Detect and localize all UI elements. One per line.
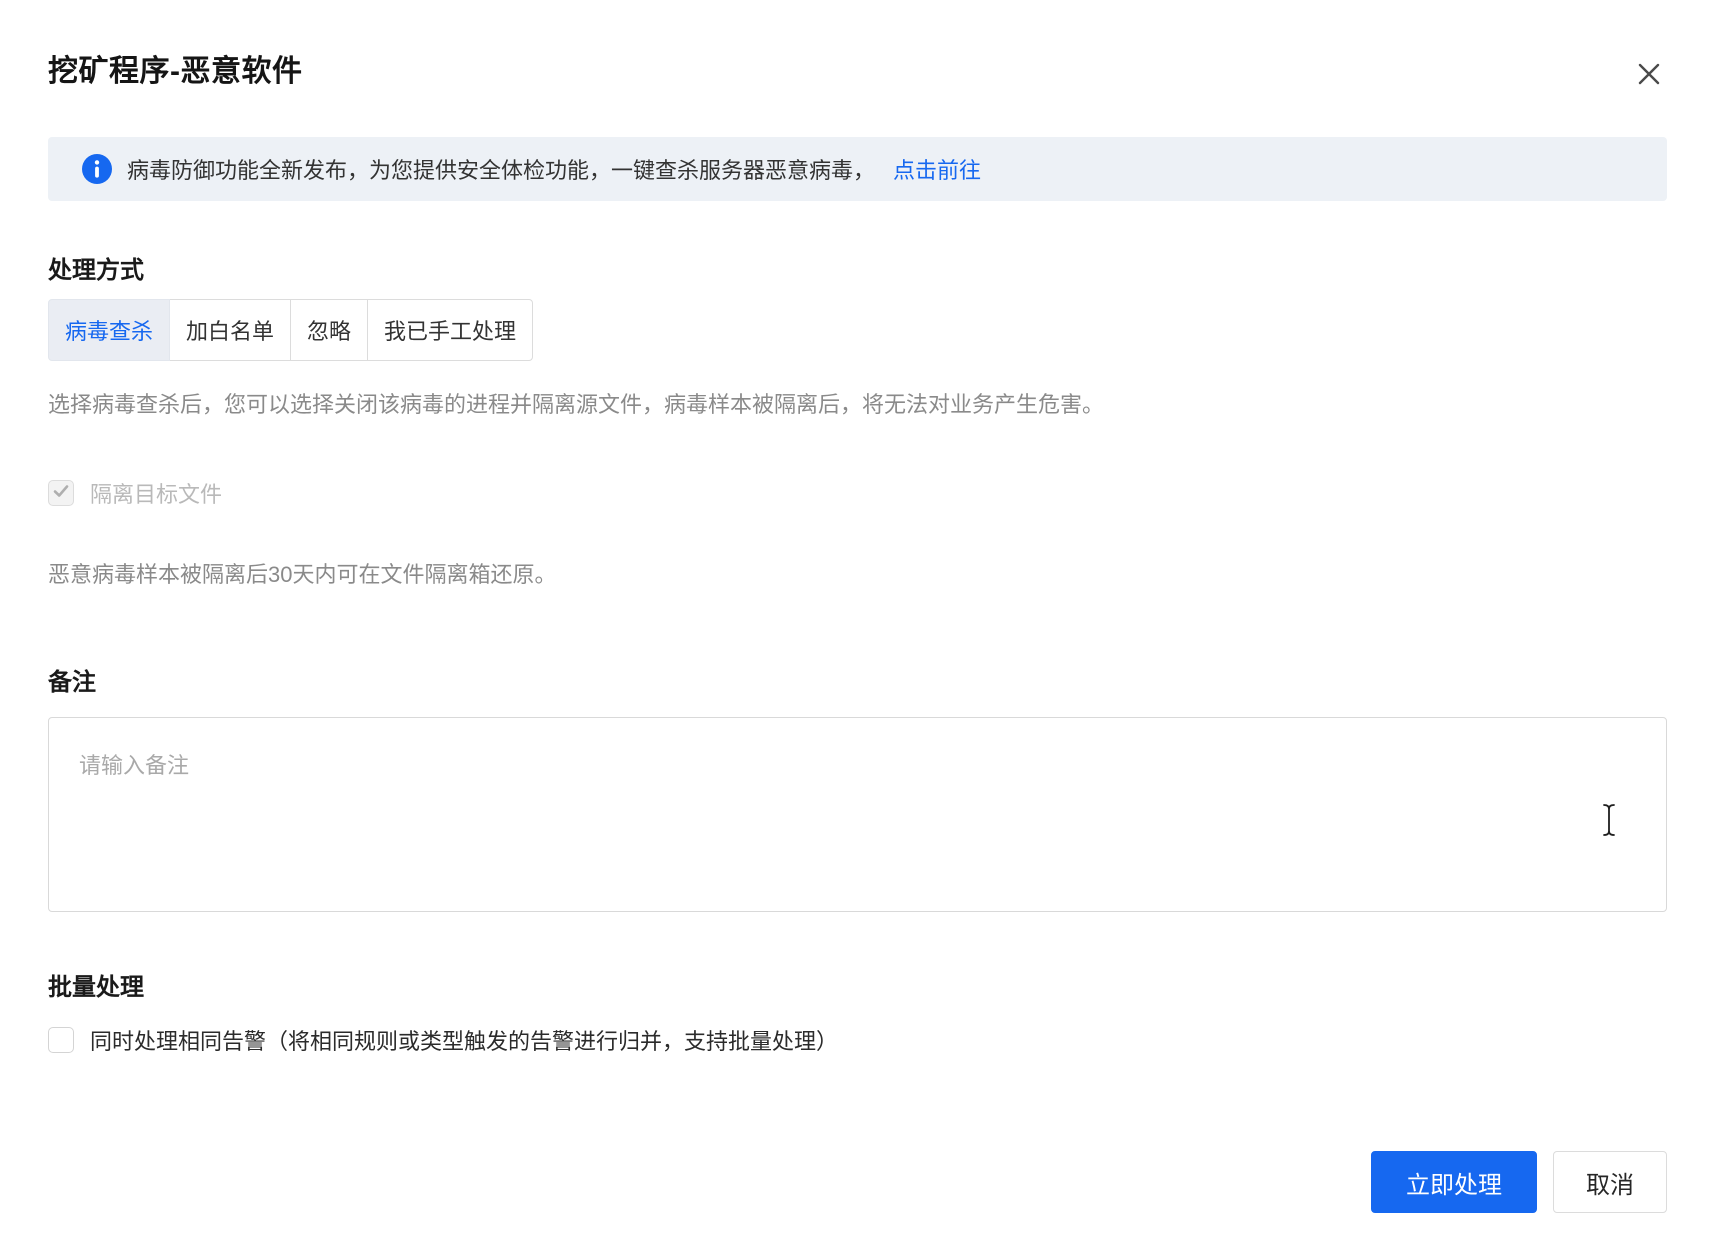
batch-checkbox-label: 同时处理相同告警（将相同规则或类型触发的告警进行归并，支持批量处理）	[90, 1029, 839, 1054]
info-banner: 病毒防御功能全新发布，为您提供安全体检功能，一键查杀服务器恶意病毒， 点击前往	[48, 137, 1667, 201]
tab-manual-handled[interactable]: 我已手工处理	[367, 299, 534, 361]
cancel-button[interactable]: 取消	[1553, 1151, 1667, 1213]
banner-link[interactable]: 点击前往	[893, 153, 981, 185]
quarantine-checkbox	[48, 480, 74, 506]
confirm-button[interactable]: 立即处理	[1371, 1151, 1537, 1213]
quarantine-note: 恶意病毒样本被隔离后30天内可在文件隔离箱还原。	[48, 562, 557, 587]
section-label-remark: 备注	[48, 669, 96, 696]
close-icon	[1635, 63, 1663, 91]
dialog-footer: 立即处理 取消	[48, 1151, 1667, 1213]
quarantine-checkbox-label: 隔离目标文件	[90, 482, 223, 507]
remark-box	[48, 717, 1667, 912]
page-title: 挖矿程序-恶意软件	[48, 55, 303, 88]
batch-checkbox[interactable]	[48, 1027, 74, 1053]
malware-handling-dialog: 挖矿程序-恶意软件 病毒防御功能全新发布，为您提供安全体检功能，一键查杀服务器恶…	[0, 0, 1712, 1213]
remark-textarea[interactable]	[48, 717, 1667, 912]
close-button[interactable]	[1631, 56, 1667, 92]
info-icon	[82, 154, 112, 184]
handling-tabs: 病毒查杀 加白名单 忽略 我已手工处理	[48, 299, 534, 361]
dialog-header: 挖矿程序-恶意软件	[48, 0, 1667, 92]
tab-virus-scan[interactable]: 病毒查杀	[48, 299, 171, 361]
section-label-handling: 处理方式	[48, 257, 144, 284]
check-icon	[52, 482, 70, 505]
batch-checkbox-row: 同时处理相同告警（将相同规则或类型触发的告警进行归并，支持批量处理）	[48, 1024, 1667, 1056]
handling-description: 选择病毒查杀后，您可以选择关闭该病毒的进程并隔离源文件，病毒样本被隔离后，将无法…	[48, 392, 1105, 417]
tab-ignore[interactable]: 忽略	[290, 299, 369, 361]
banner-text: 病毒防御功能全新发布，为您提供安全体检功能，一键查杀服务器恶意病毒，	[127, 158, 876, 183]
tab-whitelist[interactable]: 加白名单	[169, 299, 292, 361]
section-label-batch: 批量处理	[48, 974, 144, 1001]
quarantine-checkbox-row: 隔离目标文件	[48, 477, 1667, 509]
